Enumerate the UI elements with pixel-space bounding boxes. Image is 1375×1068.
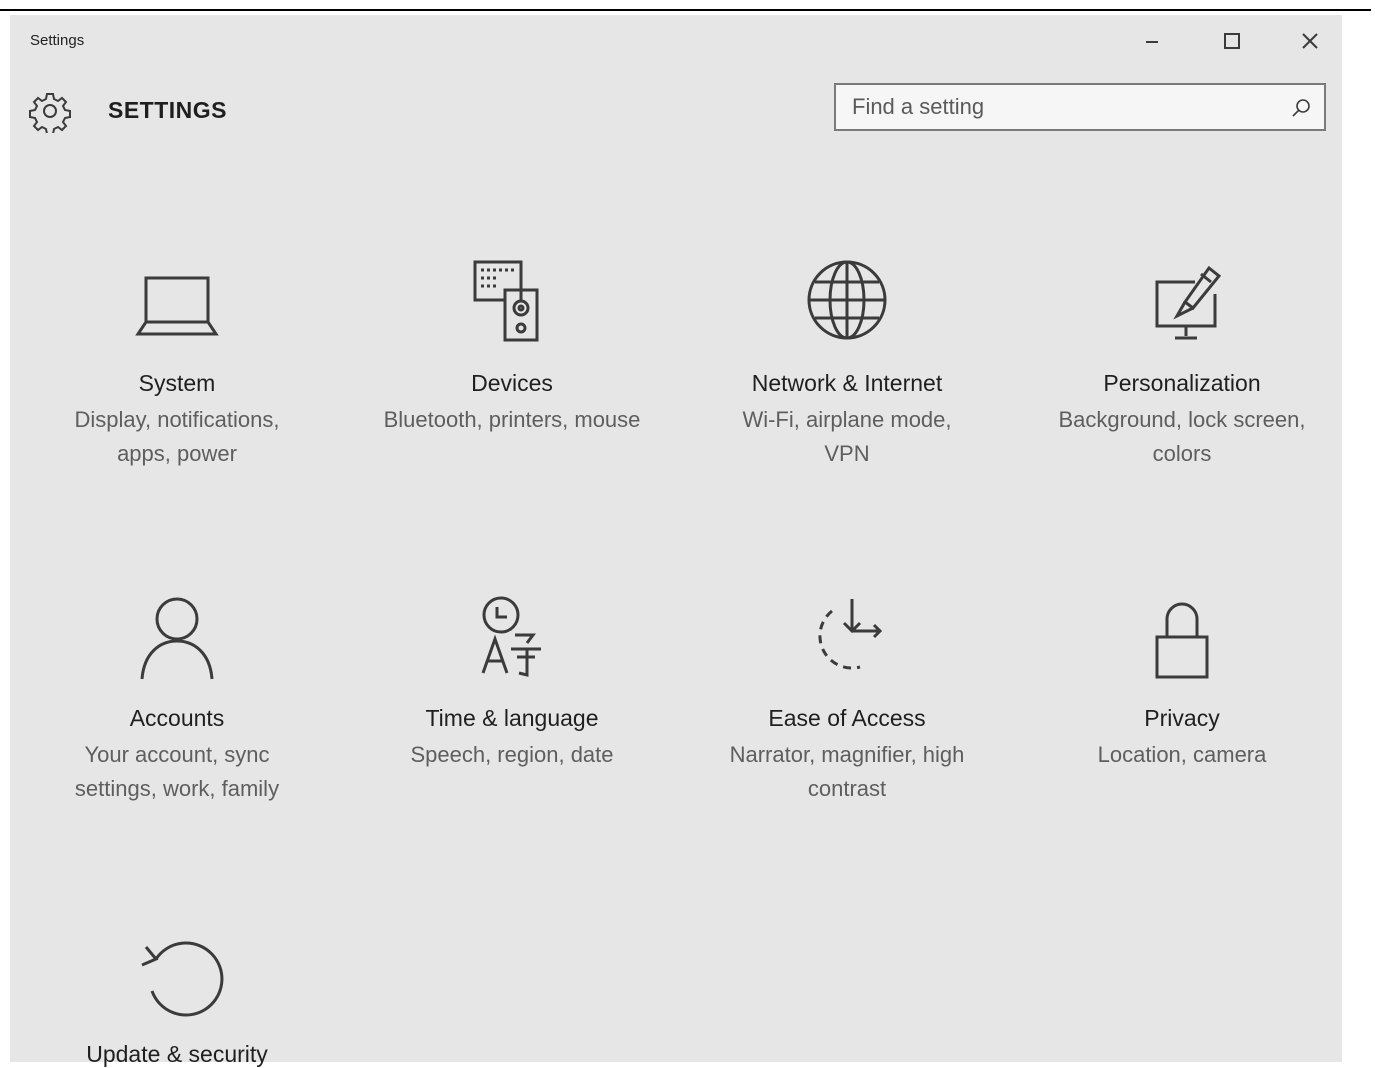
document-rule <box>0 9 1371 11</box>
settings-window: Settings SETTINGS Find a setting System … <box>10 15 1342 1067</box>
tile-network[interactable]: Network & Internet Wi-Fi, airplane mode,… <box>697 260 997 471</box>
paintbrush-monitor-icon <box>1127 260 1237 360</box>
tile-ease-of-access[interactable]: Ease of Access Narrator, magnifier, high… <box>697 595 997 806</box>
tile-description: Bluetooth, printers, mouse <box>383 407 641 432</box>
tile-description: Wi-Fi, airplane mode, VPN <box>742 407 952 466</box>
globe-icon <box>792 260 902 360</box>
refresh-icon <box>122 931 232 1031</box>
tile-title: Personalization <box>1103 370 1261 396</box>
tile-title: Time & language <box>425 705 599 731</box>
maximize-button[interactable] <box>1208 23 1256 59</box>
search-input[interactable] <box>836 85 1292 129</box>
tile-privacy[interactable]: Privacy Location, camera <box>1032 595 1332 772</box>
tile-description: Your account, sync settings, work, famil… <box>74 742 280 801</box>
tile-description: Narrator, magnifier, high contrast <box>729 742 965 801</box>
tile-title: Devices <box>471 370 553 396</box>
tile-system[interactable]: System Display, notifications, apps, pow… <box>27 260 327 471</box>
tile-time-language[interactable]: Time & language Speech, region, date <box>362 595 662 772</box>
search-icon[interactable] <box>1290 97 1312 119</box>
tile-title: System <box>138 370 216 396</box>
maximize-icon <box>1224 33 1240 49</box>
minimize-icon <box>1146 41 1158 43</box>
minimize-button[interactable] <box>1128 23 1176 59</box>
tile-title: Privacy <box>1144 705 1220 731</box>
tile-description: Location, camera <box>1097 742 1267 767</box>
laptop-icon <box>122 260 232 360</box>
tile-update-security[interactable]: Update & security <box>27 931 327 1068</box>
tile-accounts[interactable]: Accounts Your account, sync settings, wo… <box>27 595 327 806</box>
tile-personalization[interactable]: Personalization Background, lock screen,… <box>1032 260 1332 471</box>
tile-title: Network & Internet <box>751 370 943 396</box>
search-box[interactable] <box>834 83 1326 131</box>
window-title: Settings <box>30 32 85 49</box>
tile-devices[interactable]: Devices Bluetooth, printers, mouse <box>362 260 662 437</box>
close-icon <box>1302 33 1318 49</box>
title-bar[interactable]: Settings <box>10 15 1342 65</box>
lock-icon <box>1127 595 1237 695</box>
tile-title: Ease of Access <box>768 705 926 731</box>
ease-of-access-icon <box>792 595 902 695</box>
page-title: SETTINGS <box>108 97 228 123</box>
keyboard-speaker-icon <box>457 260 567 360</box>
tile-title: Accounts <box>129 705 225 731</box>
tile-description: Background, lock screen, colors <box>1058 407 1306 466</box>
clock-language-icon <box>457 595 567 695</box>
tile-description: Display, notifications, apps, power <box>74 407 280 466</box>
tile-title: Update & security <box>86 1041 268 1067</box>
person-icon <box>122 595 232 695</box>
settings-header: SETTINGS <box>10 83 1342 135</box>
tile-description: Speech, region, date <box>410 742 614 767</box>
close-button[interactable] <box>1286 23 1334 59</box>
gear-icon <box>29 93 71 133</box>
